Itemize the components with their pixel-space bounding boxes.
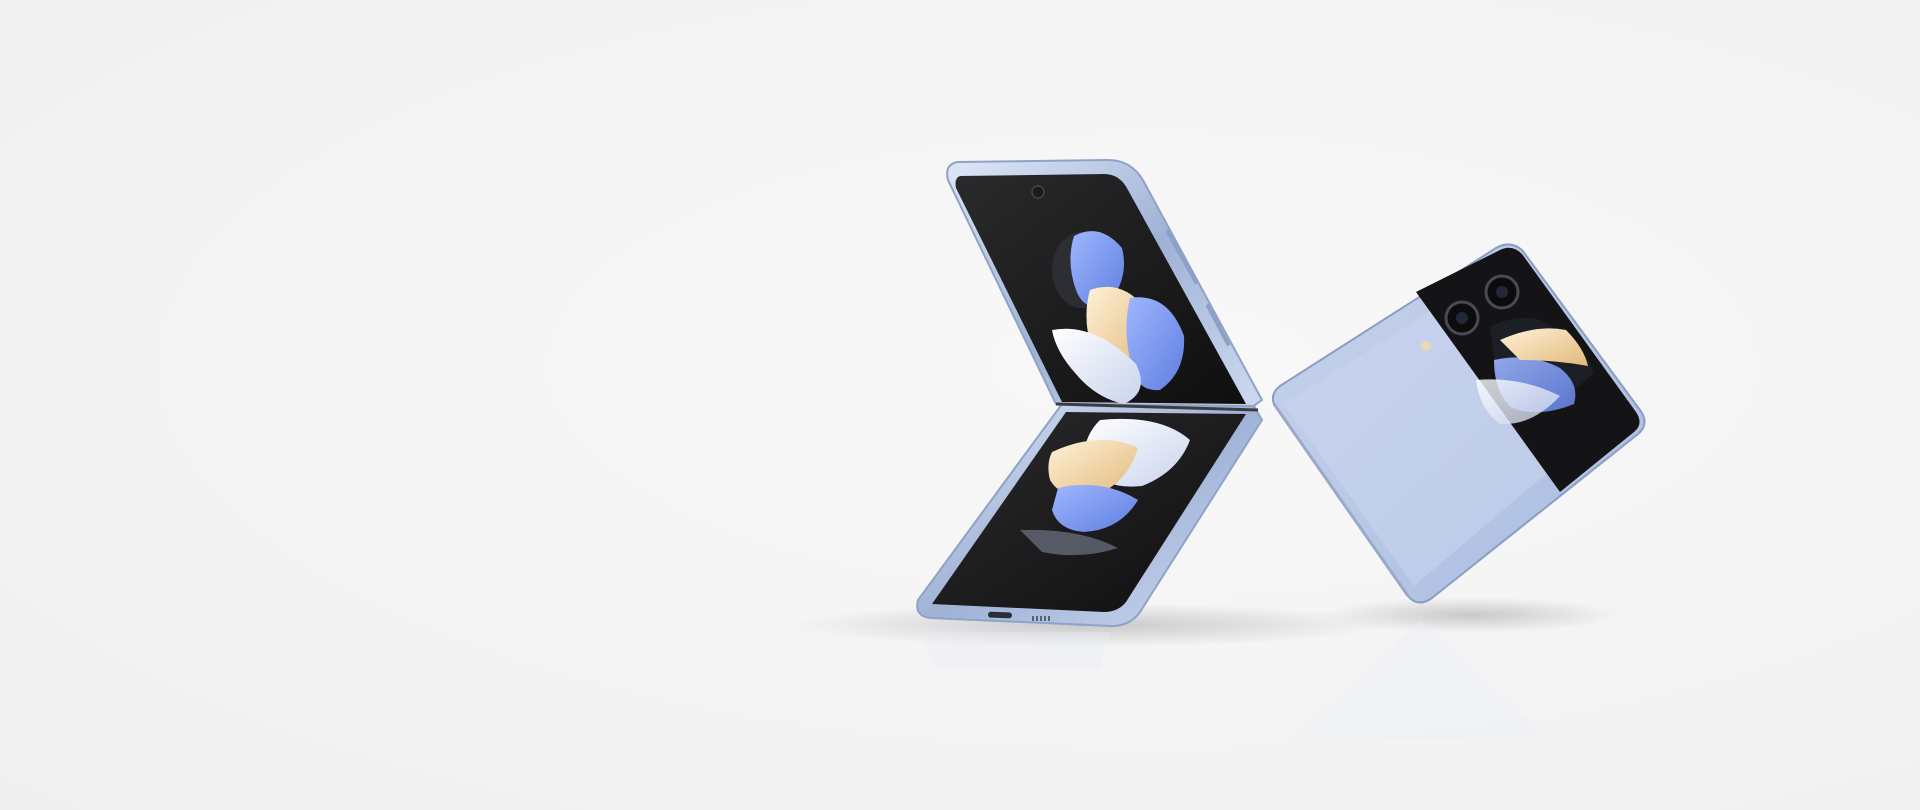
hero-banner: [0, 0, 1920, 810]
flash-icon: [1421, 341, 1431, 351]
floor-shadow: [790, 597, 1620, 647]
closed-foldable-phone: [1271, 243, 1646, 604]
product-image: [790, 158, 1646, 745]
open-foldable-phone: [916, 158, 1264, 628]
front-camera-icon: [1031, 185, 1045, 199]
